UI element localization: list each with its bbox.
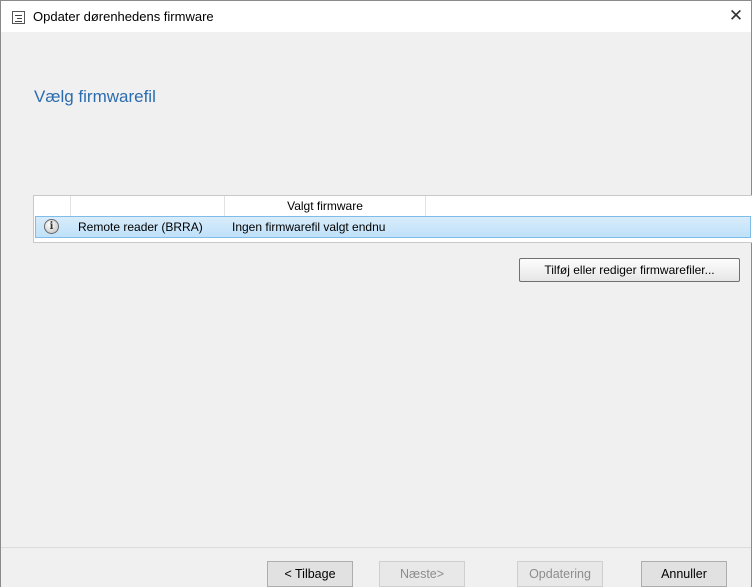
app-icon [12, 11, 25, 24]
next-button[interactable]: Næste> [379, 561, 465, 587]
dialog-window: Opdater dørenhedens firmware ✕ Vælg firm… [0, 0, 752, 587]
row-firmware-status: Ingen firmwarefil valgt endnu [232, 220, 386, 234]
list-row[interactable]: i Remote reader (BRRA) Ingen firmwarefil… [35, 216, 751, 238]
add-edit-firmware-button[interactable]: Tilføj eller rediger firmwarefiler... [519, 258, 740, 282]
column-header-icon[interactable] [34, 196, 71, 216]
footer-bar: < Tilbage Næste> Opdatering Annuller [1, 547, 751, 587]
list-header: Valgt firmware [34, 196, 752, 216]
column-header-device[interactable] [71, 196, 225, 216]
back-button[interactable]: < Tilbage [267, 561, 353, 587]
page-heading: Vælg firmwarefil [34, 87, 156, 106]
cancel-button[interactable]: Annuller [641, 561, 727, 587]
update-button[interactable]: Opdatering [517, 561, 603, 587]
close-icon: ✕ [728, 6, 744, 25]
close-button[interactable]: ✕ [721, 1, 751, 32]
column-header-selected-firmware[interactable]: Valgt firmware [225, 196, 426, 216]
row-device-name: Remote reader (BRRA) [78, 220, 203, 234]
window-title: Opdater dørenhedens firmware [33, 9, 214, 24]
title-bar: Opdater dørenhedens firmware ✕ [1, 1, 751, 32]
column-header-filler [426, 196, 752, 216]
firmware-list[interactable]: Valgt firmware i Remote reader (BRRA) In… [33, 195, 752, 243]
info-icon: i [44, 219, 59, 234]
